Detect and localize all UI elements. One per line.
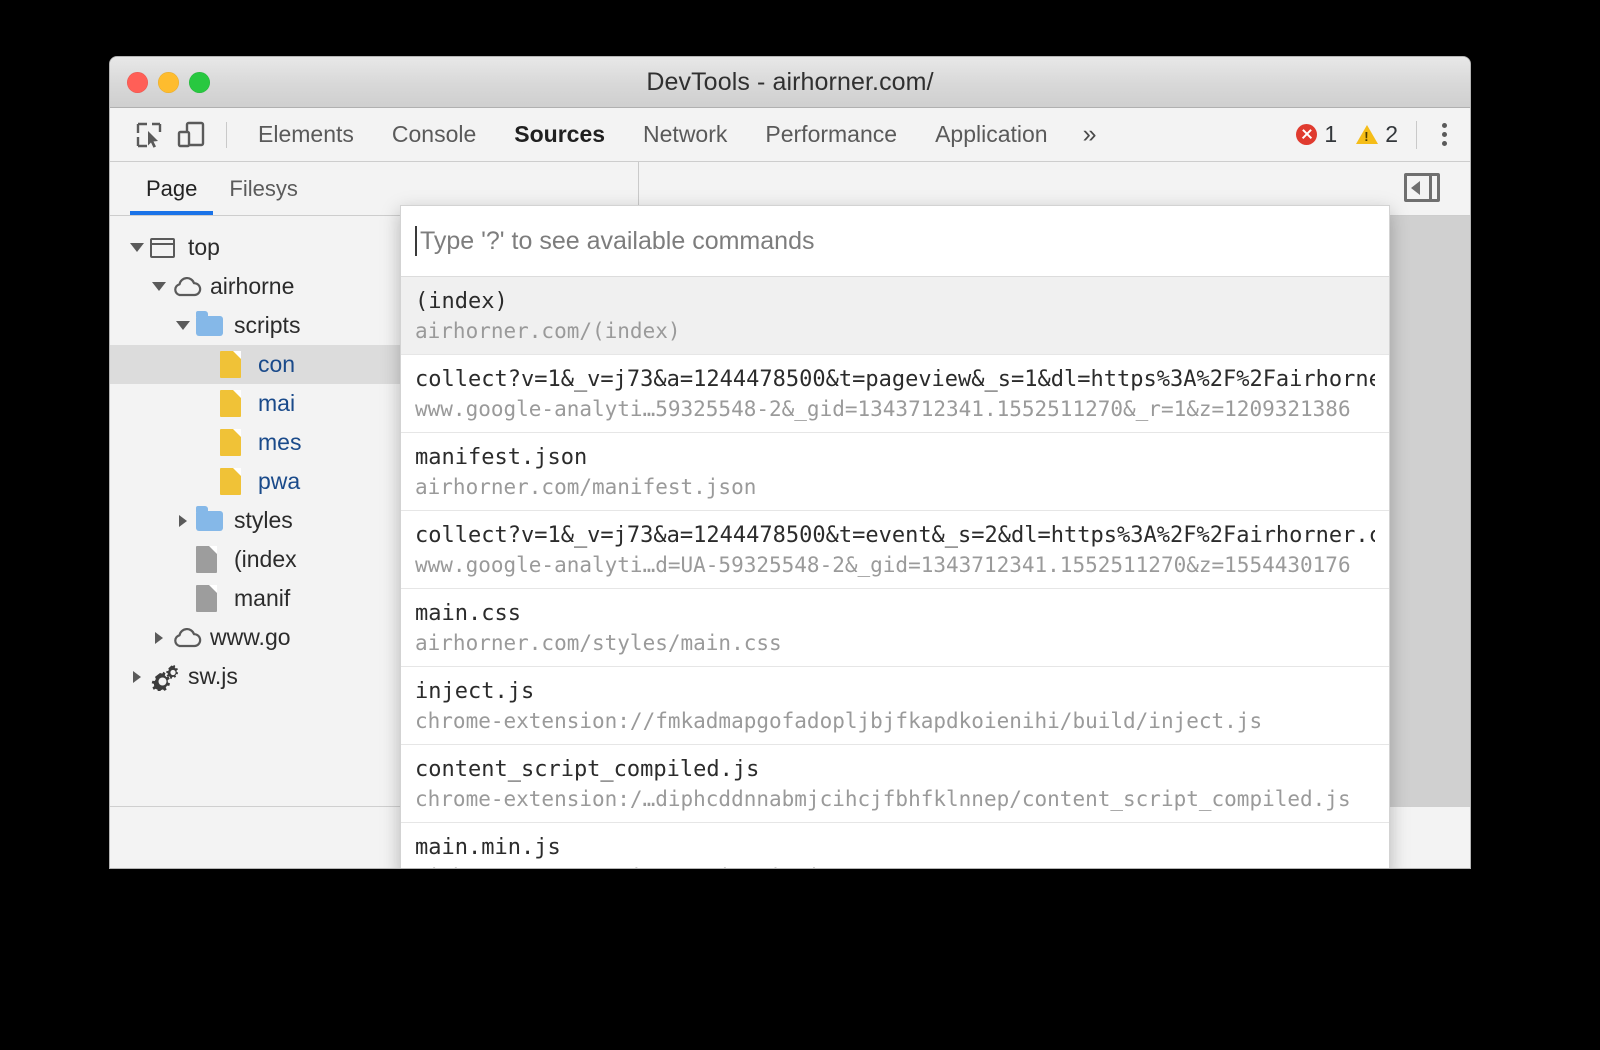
tab-elements[interactable]: Elements xyxy=(239,121,373,148)
tab-sources[interactable]: Sources xyxy=(495,121,624,148)
window-title-bar: DevTools - airhorner.com/ xyxy=(110,57,1470,108)
toolbar-right-divider xyxy=(1416,121,1417,149)
palette-result-title: inject.js xyxy=(415,677,1375,707)
minimize-button[interactable] xyxy=(158,72,179,93)
palette-result-title: manifest.json xyxy=(415,443,1375,473)
frame-icon xyxy=(150,238,184,258)
issues-counter[interactable]: 1 2 xyxy=(1296,121,1398,148)
collapse-sidebar-icon[interactable] xyxy=(1404,173,1440,202)
cloud-icon xyxy=(172,628,206,648)
palette-result-item[interactable]: inject.js chrome-extension://fmkadmapgof… xyxy=(401,667,1389,745)
palette-result-subtitle: chrome-extension:/…diphcddnnabmjcihcjfbh… xyxy=(415,785,1375,813)
palette-result-item[interactable]: content_script_compiled.js chrome-extens… xyxy=(401,745,1389,823)
twisty-open-icon[interactable] xyxy=(170,321,196,330)
palette-result-title: collect?v=1&_v=j73&a=1244478500&t=event&… xyxy=(415,521,1375,551)
toolbar-divider xyxy=(226,122,227,148)
panel-tabs: Elements Console Sources Network Perform… xyxy=(239,120,1113,149)
tree-item-label: manif xyxy=(230,585,290,612)
js-file-icon xyxy=(220,351,254,378)
nav-tab-filesystem[interactable]: Filesys xyxy=(213,162,313,215)
palette-result-item[interactable]: main.css airhorner.com/styles/main.css xyxy=(401,589,1389,667)
tree-item-label: airhorne xyxy=(206,273,294,300)
palette-result-item[interactable]: (index) airhorner.com/(index) xyxy=(401,277,1389,355)
tree-item-label: styles xyxy=(230,507,293,534)
screenshot-root: DevTools - airhorner.com/ Elements Conso… xyxy=(0,0,1600,1050)
palette-result-subtitle: chrome-extension://fmkadmapgofadopljbjfk… xyxy=(415,707,1375,735)
window-controls xyxy=(127,57,210,107)
palette-result-subtitle: airhorner.com/styles/main.css xyxy=(415,629,1375,657)
palette-result-item[interactable]: manifest.json airhorner.com/manifest.jso… xyxy=(401,433,1389,511)
command-palette-input-row xyxy=(401,206,1389,277)
palette-result-subtitle: www.google-analyti…d=UA-59325548-2&_gid=… xyxy=(415,551,1375,579)
error-count: 1 xyxy=(1324,121,1337,148)
palette-result-subtitle: airhorner.com/scripts/main.min.js xyxy=(415,863,1375,868)
kebab-dot xyxy=(1442,132,1447,137)
tab-application[interactable]: Application xyxy=(916,121,1067,148)
gears-icon xyxy=(150,663,184,691)
window-title: DevTools - airhorner.com/ xyxy=(110,68,1470,97)
palette-result-title: main.min.js xyxy=(415,833,1375,863)
tree-item-label: sw.js xyxy=(184,663,238,690)
tree-item-label: con xyxy=(254,351,295,378)
palette-result-title: collect?v=1&_v=j73&a=1244478500&t=pagevi… xyxy=(415,365,1375,395)
kebab-menu-icon[interactable] xyxy=(1433,117,1456,152)
twisty-closed-icon[interactable] xyxy=(146,632,172,644)
palette-result-title: content_script_compiled.js xyxy=(415,755,1375,785)
tab-console[interactable]: Console xyxy=(373,121,495,148)
palette-result-item[interactable]: main.min.js airhorner.com/scripts/main.m… xyxy=(401,823,1389,868)
doc-file-icon xyxy=(196,546,230,573)
more-tabs-icon[interactable]: » xyxy=(1067,120,1113,149)
twisty-open-icon[interactable] xyxy=(146,282,172,291)
command-palette: (index) airhorner.com/(index) collect?v=… xyxy=(400,205,1390,868)
devtools-window: DevTools - airhorner.com/ Elements Conso… xyxy=(110,57,1470,868)
folder-icon xyxy=(196,511,230,531)
js-file-icon xyxy=(220,390,254,417)
tree-item-label: www.go xyxy=(206,624,291,651)
twisty-open-icon[interactable] xyxy=(124,243,150,252)
palette-result-subtitle: airhorner.com/manifest.json xyxy=(415,473,1375,501)
text-caret xyxy=(415,226,417,256)
device-toolbar-icon[interactable] xyxy=(170,114,212,156)
folder-icon xyxy=(196,316,230,336)
tree-item-label: pwa xyxy=(254,468,300,495)
js-file-icon xyxy=(220,468,254,495)
error-icon xyxy=(1296,124,1317,145)
command-palette-results[interactable]: (index) airhorner.com/(index) collect?v=… xyxy=(401,277,1389,868)
twisty-closed-icon[interactable] xyxy=(124,671,150,683)
warning-count: 2 xyxy=(1385,121,1398,148)
tab-network[interactable]: Network xyxy=(624,121,746,148)
tree-item-label: top xyxy=(184,234,220,261)
palette-result-item[interactable]: collect?v=1&_v=j73&a=1244478500&t=event&… xyxy=(401,511,1389,589)
inspect-element-icon[interactable] xyxy=(128,114,170,156)
palette-result-item[interactable]: collect?v=1&_v=j73&a=1244478500&t=pagevi… xyxy=(401,355,1389,433)
tree-item-label: (index xyxy=(230,546,297,573)
command-palette-input[interactable] xyxy=(418,226,1375,257)
cloud-icon xyxy=(172,277,206,297)
tab-performance[interactable]: Performance xyxy=(746,121,916,148)
doc-file-icon xyxy=(196,585,230,612)
devtools-toolbar: Elements Console Sources Network Perform… xyxy=(110,108,1470,162)
kebab-dot xyxy=(1442,141,1447,146)
tree-item-label: mes xyxy=(254,429,301,456)
warning-icon xyxy=(1356,125,1378,144)
close-button[interactable] xyxy=(127,72,148,93)
palette-result-subtitle: airhorner.com/(index) xyxy=(415,317,1375,345)
nav-tab-page[interactable]: Page xyxy=(130,162,213,215)
js-file-icon xyxy=(220,429,254,456)
tree-item-label: mai xyxy=(254,390,295,417)
tree-item-label: scripts xyxy=(230,312,300,339)
palette-result-title: (index) xyxy=(415,287,1375,317)
palette-result-subtitle: www.google-analyti…59325548-2&_gid=13437… xyxy=(415,395,1375,423)
toolbar-right-group: 1 2 xyxy=(1296,108,1456,161)
twisty-closed-icon[interactable] xyxy=(170,515,196,527)
kebab-dot xyxy=(1442,123,1447,128)
palette-result-title: main.css xyxy=(415,599,1375,629)
zoom-button[interactable] xyxy=(189,72,210,93)
